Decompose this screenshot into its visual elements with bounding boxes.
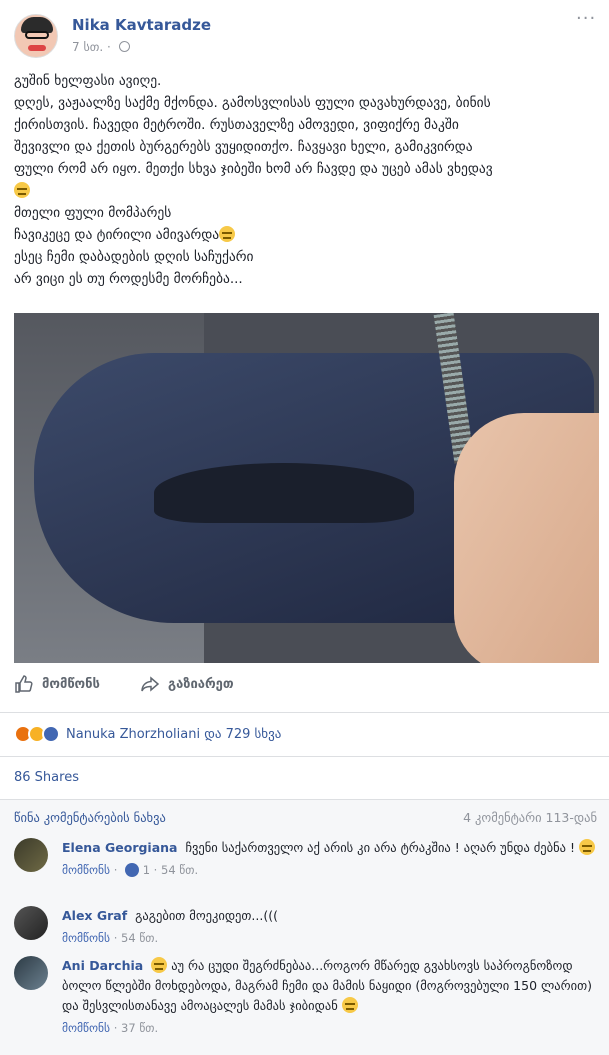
share-button[interactable]: გაზიარეთ [140,674,234,694]
comment-author[interactable]: Alex Graf [62,908,127,923]
comment-meta: მომწონს · 37 წთ. [62,1021,159,1035]
reaction-names[interactable]: Nanuka Zhorzholiani და 729 სხვა [66,727,281,742]
avatar[interactable] [14,956,48,990]
sad-emoji-icon [151,957,168,973]
comment-like-link[interactable]: მომწონს [62,863,110,877]
post-line: დღეს, ვაჟაალზე საქმე მქონდა. გამოსვლისას… [14,95,491,111]
post-line: ფული რომ არ იყო. მეთქი სხვა ჯიბეში ხომ ა… [14,161,493,177]
comment-count: 4 კომენტარი 113-დან [463,810,597,825]
post-photo[interactable] [14,313,599,663]
share-label: გაზიარეთ [168,676,234,692]
comment-text: ჩვენი საქართველო აქ არის კი არა ტრაკშია … [185,840,575,855]
comment-text: გაგებით მოეკიდეთ...((( [135,908,278,923]
shares-count[interactable]: 86 Shares [14,770,79,785]
post-meta: 7 სთ. · [72,40,130,54]
avatar[interactable] [14,838,48,872]
more-options-icon[interactable]: ··· [576,8,596,29]
comment-author[interactable]: Elena Georgiana [62,840,177,855]
comment-like-link[interactable]: მომწონს [62,931,110,945]
post-line: გუშინ ხელფასი ავიღე. [14,73,162,89]
globe-icon [118,41,130,52]
avatar[interactable] [14,906,48,940]
post-line: შევივლი და ქეთის ბურგერებს ვუყიდითქო. ჩა… [14,139,473,155]
post-line-emoji [14,180,599,202]
like-button[interactable]: მომწონს [14,674,100,694]
like-reaction-icon [42,725,60,743]
expressionless-emoji-icon [14,182,30,198]
author-avatar[interactable] [14,14,58,58]
sad-emoji-icon [341,997,358,1013]
divider [0,756,609,757]
reactions-summary[interactable]: Nanuka Zhorzholiani და 729 სხვა [14,724,281,744]
comment-time[interactable]: 54 წთ. [161,863,198,877]
post-line: ესეც ჩემი დაბადების დღის საჩუქარი [14,249,254,265]
like-label: მომწონს [42,676,100,692]
flushed-emoji-icon [578,839,595,855]
post-line: არ ვიცი ეს თუ როდესმე მორჩება... [14,271,243,287]
comments-section: წინა კომენტარების ნახვა 4 კომენტარი 113-… [0,800,609,1055]
comment-time[interactable]: 54 წთ. [121,931,158,945]
author-name[interactable]: Nika Kavtaradze [72,16,211,34]
post-text: გუშინ ხელფასი ავიღე. დღეს, ვაჟაალზე საქმ… [14,70,599,290]
post-line: ქირისთვის. ჩავედი მეტროში. რუსთაველზე ამ… [14,117,459,133]
post-line: ჩავიკეცე და ტირილი ამივარდა [14,227,220,243]
expressionless-emoji-icon [219,226,236,242]
thumbs-up-icon [15,675,33,693]
divider [0,712,609,713]
comment-author[interactable]: Ani Darchia [62,958,143,973]
share-arrow-icon [141,676,160,692]
comment-time[interactable]: 37 წთ. [121,1021,158,1035]
post-line: მთელი ფული მომპარეს [14,205,172,221]
post-time[interactable]: 7 სთ. · [72,40,111,54]
like-reaction-icon [125,863,140,877]
comment-like-link[interactable]: მომწონს [62,1021,110,1035]
view-previous-comments-link[interactable]: წინა კომენტარების ნახვა [14,810,166,825]
comment-meta: მომწონს · 1 · 54 წთ. [62,863,199,877]
post-line-with-emoji: ჩავიკეცე და ტირილი ამივარდა [14,224,599,246]
comment-like-count[interactable]: 1 [143,863,150,877]
comment-meta: მომწონს · 54 წთ. [62,931,159,945]
